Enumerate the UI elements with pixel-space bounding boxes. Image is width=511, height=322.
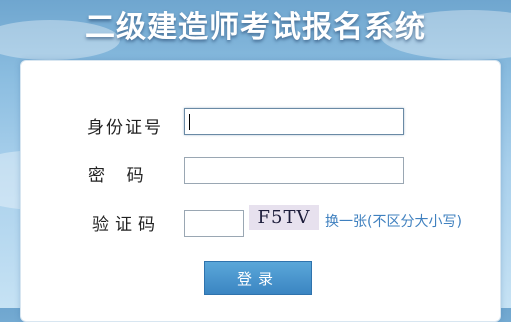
id-number-label: 身份证号 [87,118,163,138]
id-number-input[interactable] [184,108,404,135]
refresh-captcha-link[interactable]: 换一张(不区分大小写) [325,211,462,231]
captcha-image[interactable]: F5TV [249,205,319,230]
text-caret [189,114,190,130]
password-input[interactable] [184,157,404,184]
password-label: 密 码 [88,166,144,186]
login-button[interactable]: 登录 [204,261,312,295]
captcha-input[interactable] [184,210,244,237]
captcha-label: 验证码 [92,215,161,235]
page-title: 二级建造师考试报名系统 [85,10,426,45]
